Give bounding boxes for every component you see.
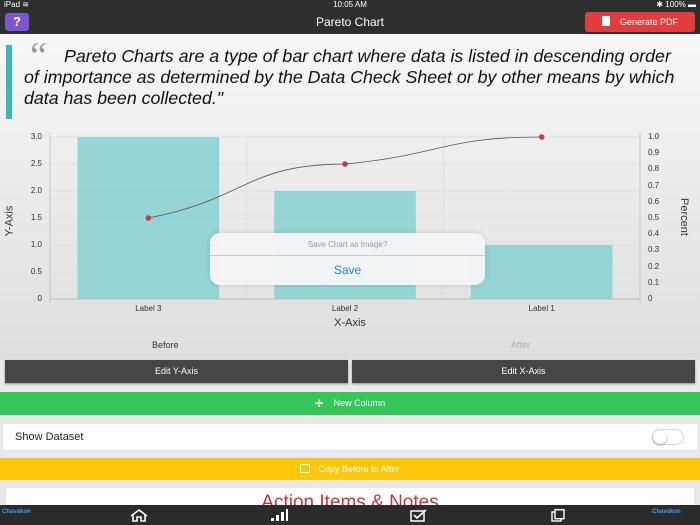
y-tick-label: 0 <box>37 294 42 303</box>
x-axis-title: X-Axis <box>334 317 366 329</box>
cumulative-point <box>145 215 152 221</box>
save-chart-dialog: Save Chart as Image? Save <box>210 233 485 285</box>
x-tick-label: Label 3 <box>135 304 162 313</box>
edit-x-axis-button[interactable]: Edit X-Axis <box>352 360 695 383</box>
percent-tick-label: 0.8 <box>648 164 660 174</box>
y-tick-label: 0.5 <box>30 267 42 276</box>
copy-label: Copy Before to After <box>318 464 400 474</box>
pareto-chart <box>49 133 641 303</box>
dialog-divider <box>210 255 485 256</box>
percent-tick-label: 1.0 <box>648 132 660 141</box>
show-dataset-label: Show Dataset <box>15 431 84 443</box>
x-tick-label: Label 1 <box>528 304 555 313</box>
cumulative-point <box>538 134 545 140</box>
save-button[interactable]: Save <box>210 263 485 277</box>
new-column-button[interactable]: + New Column <box>0 392 700 415</box>
percent-tick-label: 0.3 <box>648 245 660 255</box>
percent-tick-label: 0.4 <box>648 229 660 239</box>
y-axis-title: Y-Axis <box>3 205 16 237</box>
y-tick-label: 3.0 <box>30 132 42 141</box>
percent-tick-label: 0.5 <box>648 213 660 222</box>
y-tick-label: 1.0 <box>30 240 42 249</box>
y-tick-label: 2.0 <box>30 186 42 195</box>
show-dataset-row: Show Dataset <box>3 424 697 450</box>
copy-before-to-after-button[interactable]: Copy Before to After <box>0 458 700 480</box>
app-screen: iPad ≋ 10:05 AM ✱ 100% ▬ ? Pareto Chart … <box>0 0 700 525</box>
plus-icon: + <box>314 395 324 412</box>
cumulative-point <box>342 161 348 167</box>
percent-tick-label: 0.2 <box>648 261 660 271</box>
y-tick-label: 1.5 <box>30 213 42 222</box>
checkbox-icon[interactable] <box>410 509 428 522</box>
tab-after[interactable]: After <box>511 340 530 350</box>
y-tick-label: 2.5 <box>30 159 42 168</box>
edit-y-axis-button[interactable]: Edit Y-Axis <box>5 360 348 383</box>
percent-tick-label: 0.6 <box>648 196 660 206</box>
show-dataset-toggle[interactable] <box>652 429 684 445</box>
home-icon[interactable] <box>130 509 148 522</box>
tab-before[interactable]: Before <box>152 340 179 350</box>
tab-bar: Chavakon Chavakon <box>0 505 700 525</box>
copy-icon <box>300 464 311 473</box>
chart-bar <box>470 245 613 299</box>
x-tick-label: Label 2 <box>331 304 359 313</box>
documents-icon[interactable] <box>550 509 568 522</box>
ad-logo-right[interactable]: Chavakon <box>652 509 681 515</box>
percent-axis-title: Percent <box>677 198 690 236</box>
chart-bars-icon[interactable] <box>270 509 288 522</box>
ad-logo-left[interactable]: Chavakon <box>2 509 31 515</box>
percent-tick-label: 0 <box>648 294 653 303</box>
percent-tick-label: 0.7 <box>648 180 660 190</box>
new-column-label: New Column <box>333 398 386 408</box>
percent-tick-label: 0.9 <box>648 148 660 158</box>
toggle-knob <box>653 430 667 444</box>
dialog-title: Save Chart as Image? <box>307 240 388 249</box>
percent-tick-label: 0.1 <box>648 277 660 287</box>
